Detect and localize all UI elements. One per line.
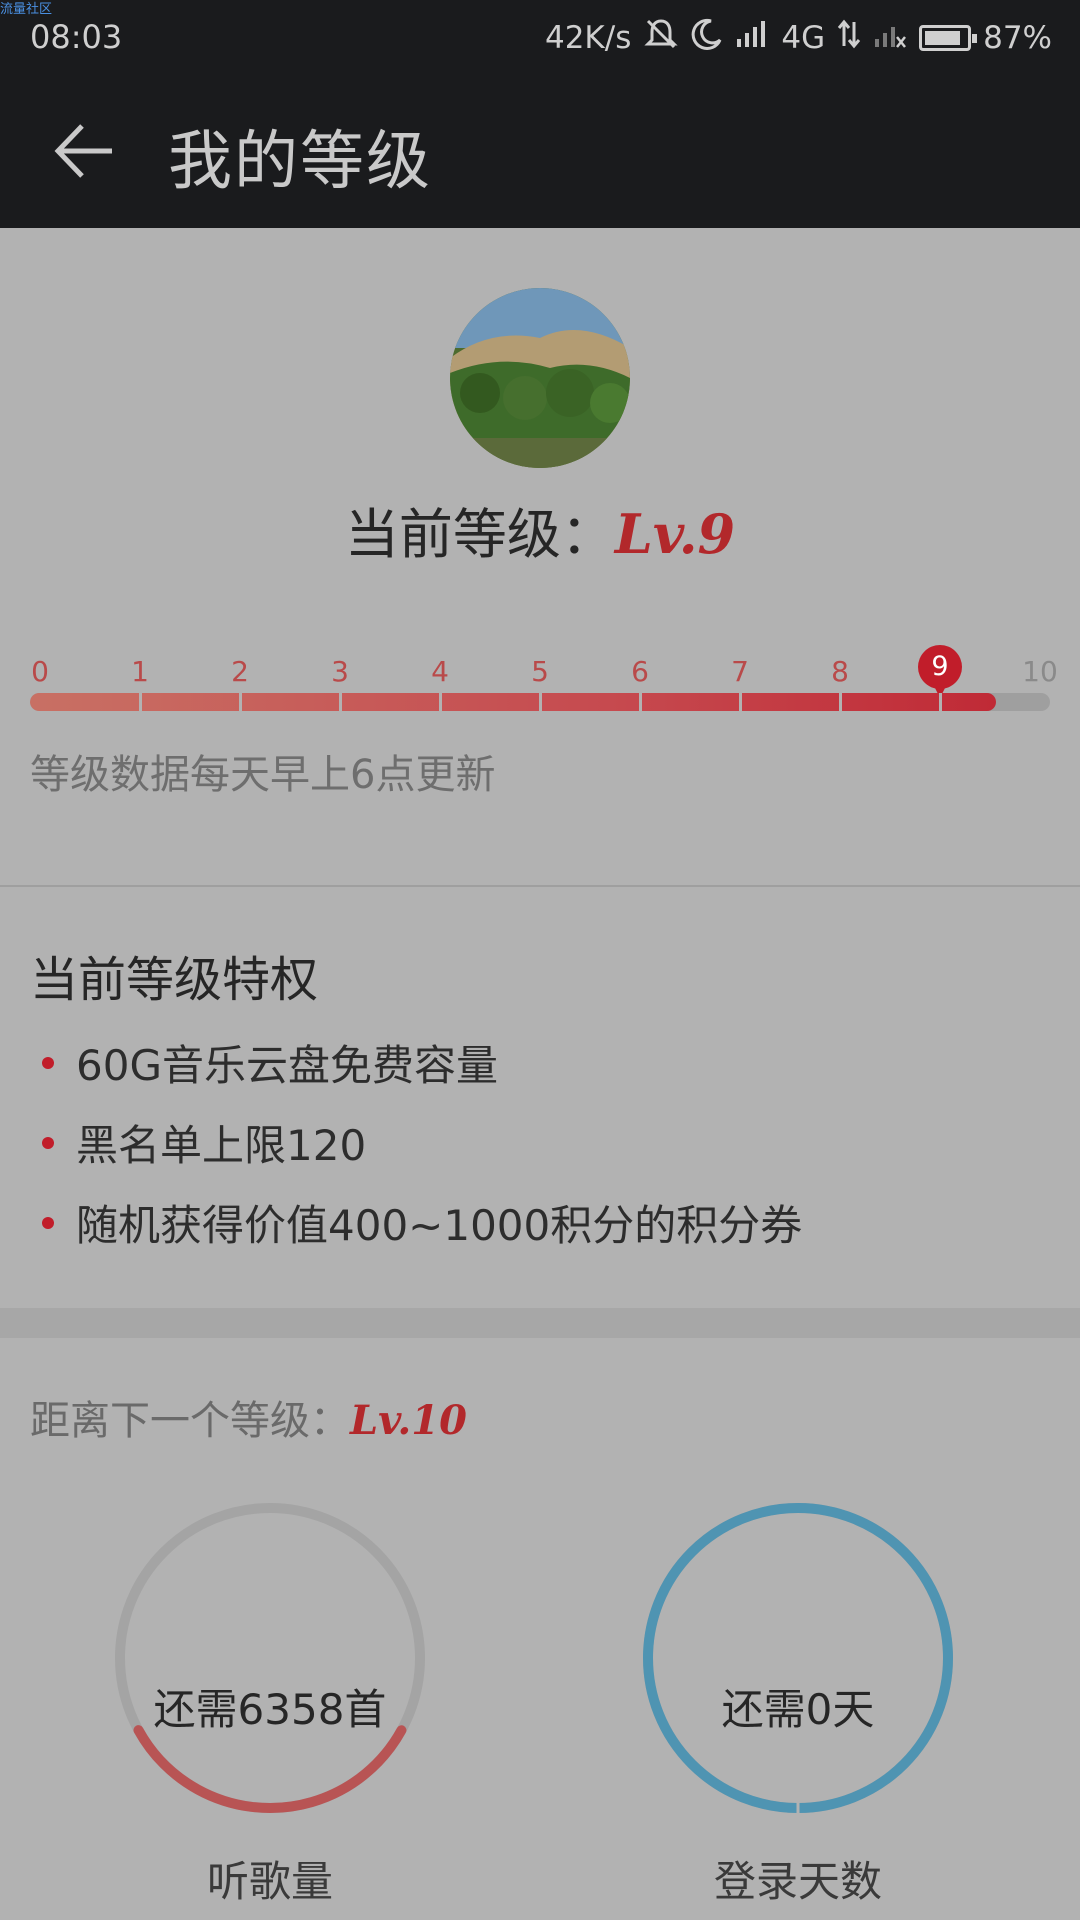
progress-segment-divider	[238, 693, 242, 711]
privilege-text: 60G音乐云盘免费容量	[76, 1041, 498, 1090]
bullet-dot	[42, 1056, 54, 1069]
ring-progress-arc	[643, 1503, 953, 1813]
scale-tick-label: 3	[331, 655, 349, 688]
signal-icon	[735, 19, 769, 57]
privilege-text: 随机获得价值400~1000积分的积分券	[76, 1201, 803, 1250]
status-bar: 流量社区 08:03 42K/s 4G 87%	[0, 0, 1080, 76]
days-progress-ring: 还需0天	[638, 1498, 958, 1818]
page-title: 我的等级	[168, 125, 432, 199]
progress-segment-divider	[738, 693, 742, 711]
current-level-marker: 9	[918, 645, 962, 698]
app-bar: 我的等级	[0, 76, 1080, 228]
privilege-item: 黑名单上限120	[42, 1112, 366, 1173]
scale-tick-label: 4	[431, 655, 449, 688]
privileges-title: 当前等级特权	[30, 952, 319, 1008]
scale-tick-label: 6	[631, 655, 649, 688]
next-level-value: Lv.10	[350, 1397, 467, 1444]
current-level-value: Lv.9	[614, 502, 736, 566]
bullet-dot	[42, 1216, 54, 1229]
net-speed: 42K/s	[544, 20, 632, 56]
level-progress-bar	[30, 693, 1050, 711]
battery-percent: 87%	[983, 20, 1052, 56]
songs-remaining: 还需6358首	[153, 1685, 387, 1734]
scale-tick-label: 2	[231, 655, 249, 688]
progress-segment-divider	[938, 693, 942, 711]
scale-tick-label: 8	[831, 655, 849, 688]
next-level: 距离下一个等级：Lv.10	[30, 1388, 467, 1446]
scale-tick-label: 5	[531, 655, 549, 688]
scale-tick-label: 1	[131, 655, 149, 688]
progress-segment-divider	[538, 693, 542, 711]
back-arrow-icon[interactable]	[50, 116, 120, 186]
songs-progress-ring: 还需6358首	[110, 1498, 430, 1818]
progress-segment-divider	[138, 693, 142, 711]
no-signal-icon	[873, 19, 907, 57]
network-type: 4G	[781, 20, 826, 56]
status-right-group: 42K/s 4G 87%	[545, 16, 1052, 60]
update-note: 等级数据每天早上6点更新	[30, 752, 496, 798]
watermark-text: 流量社区	[0, 2, 53, 17]
section-divider	[0, 885, 1080, 887]
progress-segment-divider	[838, 693, 842, 711]
moon-icon	[691, 18, 723, 58]
bullet-dot	[42, 1136, 54, 1149]
avatar[interactable]	[450, 288, 630, 468]
current-level-label: 当前等级：	[344, 503, 615, 566]
level-progress-fill	[30, 693, 996, 711]
days-remaining: 还需0天	[721, 1685, 875, 1734]
privilege-item: 60G音乐云盘免费容量	[42, 1032, 498, 1093]
privilege-text: 黑名单上限120	[76, 1121, 367, 1170]
privilege-item: 随机获得价值400~1000积分的积分券	[42, 1192, 802, 1253]
mute-icon	[643, 16, 679, 60]
battery-icon	[919, 25, 978, 51]
progress-segment-divider	[338, 693, 342, 711]
progress-segment-divider	[438, 693, 442, 711]
scale-tick-label: 10	[1022, 655, 1058, 688]
songs-label: 听歌量	[206, 1857, 333, 1906]
scale-tick-label: 0	[31, 655, 49, 688]
days-label: 登录天数	[713, 1857, 882, 1906]
next-level-label: 距离下一个等级：	[30, 1398, 350, 1444]
ring-progress-arc	[114, 1503, 425, 1813]
data-arrows-icon	[837, 18, 861, 58]
scale-tick-label: 7	[731, 655, 749, 688]
progress-segment-divider	[638, 693, 642, 711]
current-level: 当前等级：Lv.9	[0, 490, 1080, 569]
section-separator	[0, 1308, 1080, 1338]
status-time: 08:03	[30, 18, 123, 56]
